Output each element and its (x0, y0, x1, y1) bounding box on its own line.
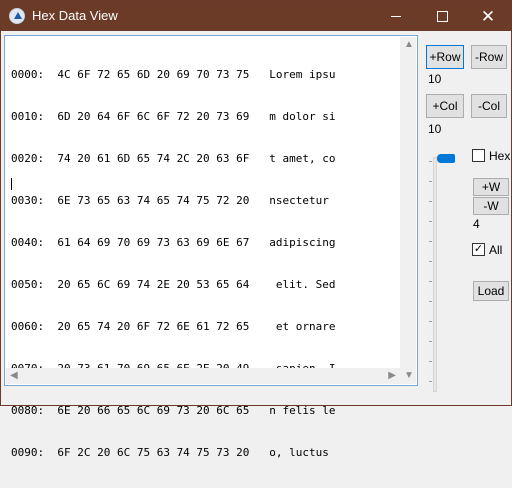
scroll-left-icon[interactable]: ◀ (10, 371, 18, 381)
width-value: 4 (473, 217, 480, 231)
text-caret (11, 178, 12, 190)
slider-tick (429, 221, 432, 222)
title-bar: Hex Data View ✕ (1, 1, 511, 31)
remove-col-button[interactable]: -Col (471, 94, 507, 118)
hex-line: 0050: 20 65 6C 69 74 2E 20 53 65 64 elit… (11, 278, 336, 291)
close-button[interactable]: ✕ (465, 1, 511, 31)
vertical-slider[interactable] (433, 157, 437, 392)
hex-line: 0040: 61 64 69 70 69 73 63 69 6E 67 adip… (11, 236, 336, 249)
hex-line: 0010: 6D 20 64 6F 6C 6F 72 20 73 69 m do… (11, 110, 336, 123)
hex-checkbox[interactable] (472, 149, 485, 162)
remove-width-button[interactable]: -W (473, 197, 509, 215)
rows-value: 10 (428, 72, 442, 86)
hex-text-area[interactable]: 0000: 4C 6F 72 65 6D 20 69 70 73 75 Lore… (4, 35, 418, 459)
minimize-button[interactable] (373, 1, 419, 31)
add-width-button[interactable]: +W (473, 178, 509, 196)
remove-row-button[interactable]: -Row (471, 45, 507, 69)
add-col-button[interactable]: +Col (426, 94, 464, 118)
close-icon: ✕ (480, 6, 496, 26)
app-window: Hex Data View ✕ 0000: 4C 6F 72 65 6D 20 … (0, 0, 512, 459)
slider-tick (429, 181, 432, 182)
cols-value: 10 (428, 122, 442, 136)
slider-tick (429, 161, 432, 162)
all-checkbox[interactable]: ✓ (472, 243, 485, 256)
window-title: Hex Data View (32, 8, 118, 23)
slider-tick (429, 361, 432, 362)
slider-tick (429, 321, 432, 322)
all-checkbox-label: All (489, 243, 503, 257)
scroll-down-icon[interactable]: ▼ (404, 371, 414, 381)
app-icon (9, 8, 25, 24)
scroll-up-icon[interactable]: ▲ (404, 40, 414, 50)
maximize-icon (436, 10, 448, 22)
load-button[interactable]: Load (473, 281, 509, 301)
hex-line: 0080: 6E 20 66 65 6C 69 73 20 6C 65 n fe… (11, 404, 336, 417)
minimize-icon (391, 15, 401, 17)
hex-line: 0030: 6E 73 65 63 74 65 74 75 72 20 nsec… (11, 194, 336, 207)
add-row-button[interactable]: +Row (426, 45, 464, 69)
hex-line: 0000: 4C 6F 72 65 6D 20 69 70 73 75 Lore… (11, 68, 336, 81)
maximize-button[interactable] (419, 1, 465, 31)
slider-tick (429, 341, 432, 342)
slider-tick (429, 261, 432, 262)
hex-line: 0090: 6F 2C 20 6C 75 63 74 75 73 20 o, l… (11, 446, 336, 459)
horizontal-scrollbar[interactable]: ◀ ▶ (6, 368, 400, 384)
hex-lines: 0000: 4C 6F 72 65 6D 20 69 70 73 75 Lore… (11, 40, 336, 488)
slider-tick (429, 241, 432, 242)
slider-tick (429, 201, 432, 202)
vertical-scrollbar[interactable]: ▲ ▼ (400, 37, 416, 384)
scroll-right-icon[interactable]: ▶ (388, 371, 396, 381)
hex-checkbox-label: Hex (489, 149, 511, 163)
slider-tick (429, 381, 432, 382)
slider-tick (429, 301, 432, 302)
hex-line: 0060: 20 65 74 20 6F 72 6E 61 72 65 et o… (11, 320, 336, 333)
slider-thumb[interactable] (437, 154, 455, 163)
hex-line: 0020: 74 20 61 6D 65 74 2C 20 63 6F t am… (11, 152, 336, 165)
slider-tick (429, 281, 432, 282)
